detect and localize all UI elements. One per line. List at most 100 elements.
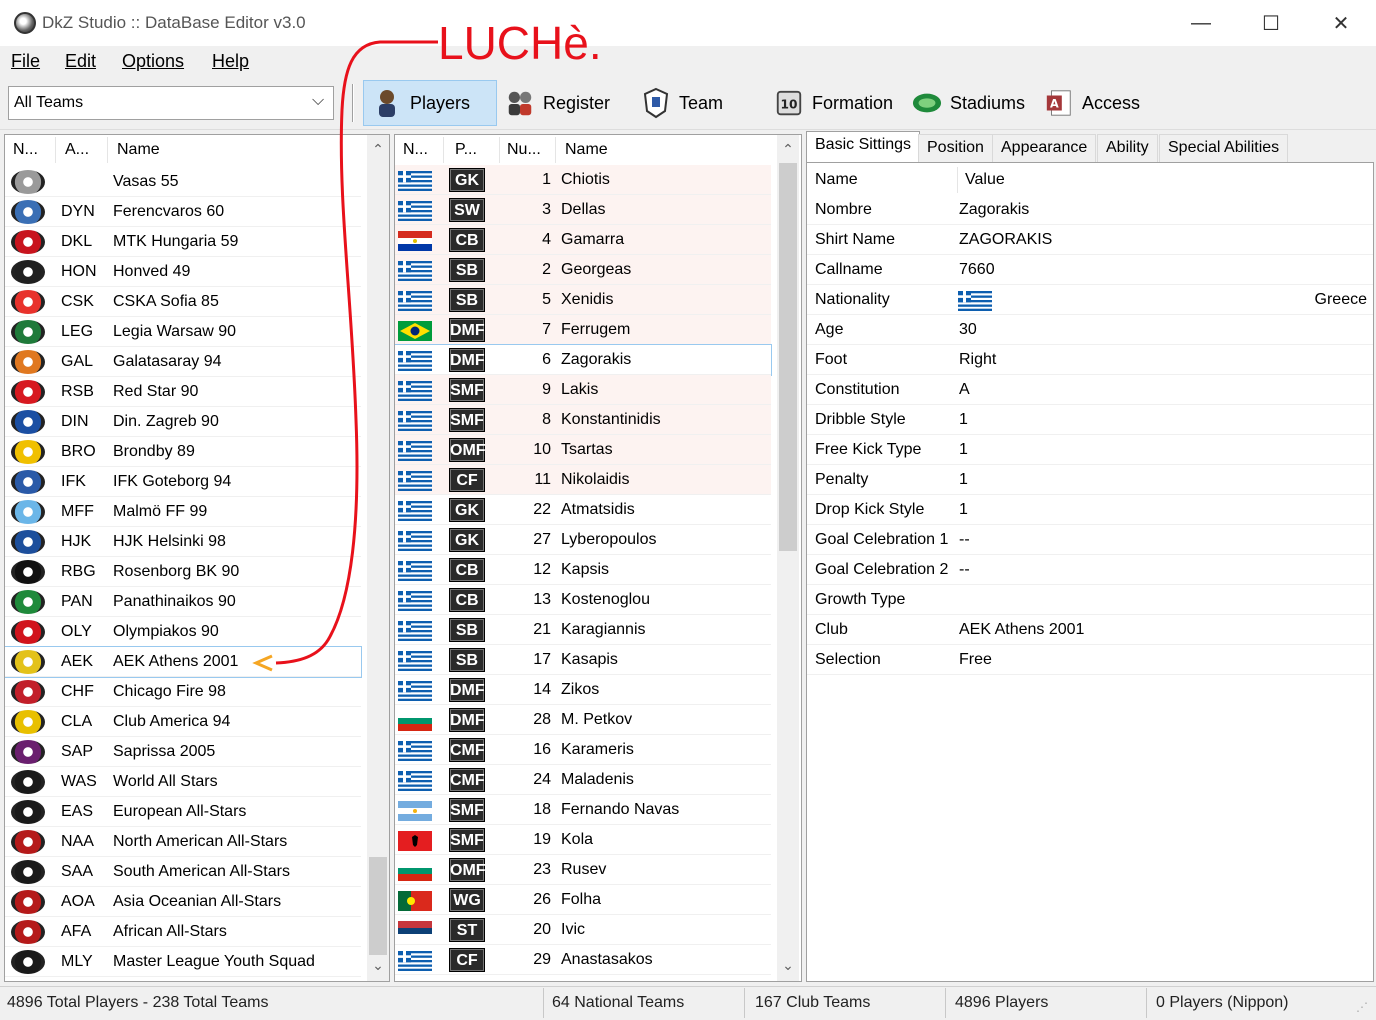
player-row[interactable]: CMF 16 Karameris [395, 735, 771, 765]
property-value[interactable]: AEK Athens 2001 [959, 615, 1084, 645]
player-row[interactable]: GK 27 Lyberopoulos [395, 525, 771, 555]
tab-basic-sittings[interactable]: Basic Sittings [806, 131, 921, 163]
player-row[interactable]: DMF 7 Ferrugem [395, 315, 771, 345]
player-row[interactable]: GK 1 Chiotis [395, 165, 771, 195]
tab-special-abilities[interactable]: Special Abilities [1159, 134, 1289, 162]
property-value[interactable]: -- [959, 525, 970, 555]
player-row[interactable]: DMF 14 Zikos [395, 675, 771, 705]
property-row[interactable]: Age 30 [807, 315, 1373, 345]
property-value[interactable]: 1 [959, 495, 968, 525]
teams-header-name[interactable]: Name [117, 135, 160, 165]
property-row[interactable]: Nombre Zagorakis [807, 195, 1373, 225]
player-row[interactable]: SMF 9 Lakis [395, 375, 771, 405]
team-row[interactable]: AOA Asia Oceanian All-Stars [5, 887, 361, 917]
resize-grip-icon[interactable]: ⋰ [1356, 1000, 1368, 1014]
menu-file[interactable]: File [11, 51, 40, 72]
teams-scrollbar[interactable] [367, 135, 389, 981]
player-row[interactable]: SB 17 Kasapis [395, 645, 771, 675]
minimize-button[interactable]: — [1166, 0, 1236, 46]
property-value[interactable]: 1 [959, 465, 968, 495]
property-value[interactable]: A [959, 375, 970, 405]
property-row[interactable]: Growth Type [807, 585, 1373, 615]
menu-edit[interactable]: Edit [65, 51, 96, 72]
players-header-name[interactable]: Name [565, 135, 608, 165]
team-row[interactable]: WAS World All Stars [5, 767, 361, 797]
property-value[interactable]: Right [959, 345, 996, 375]
team-row[interactable]: DIN Din. Zagreb 90 [5, 407, 361, 437]
tab-appearance[interactable]: Appearance [992, 134, 1097, 162]
team-button[interactable]: Team [633, 80, 743, 126]
team-row[interactable]: BRO Brondby 89 [5, 437, 361, 467]
property-value[interactable]: 1 [959, 435, 968, 465]
team-row[interactable]: RBG Rosenborg BK 90 [5, 557, 361, 587]
scroll-down-icon[interactable]: ⌄ [370, 957, 386, 974]
property-value[interactable]: 7660 [959, 255, 995, 285]
player-row[interactable]: CMF 24 Maladenis [395, 765, 771, 795]
stadiums-button[interactable]: Stadiums [904, 80, 1034, 126]
team-row[interactable]: SAP Saprissa 2005 [5, 737, 361, 767]
team-row[interactable]: AEK AEK Athens 2001 [5, 646, 362, 678]
team-row[interactable]: NAA North American All-Stars [5, 827, 361, 857]
player-row[interactable]: SMF 18 Fernando Navas [395, 795, 771, 825]
team-row[interactable]: HJK HJK Helsinki 98 [5, 527, 361, 557]
property-row[interactable]: Free Kick Type 1 [807, 435, 1373, 465]
team-row[interactable]: GAL Galatasaray 94 [5, 347, 361, 377]
team-row[interactable]: AFA African All-Stars [5, 917, 361, 947]
player-row[interactable]: DMF 6 Zagorakis [395, 344, 772, 376]
player-row[interactable]: CF 29 Anastasakos [395, 945, 771, 975]
teams-scroll-thumb[interactable] [369, 857, 387, 955]
player-row[interactable]: GK 22 Atmatsidis [395, 495, 771, 525]
player-row[interactable]: SMF 19 Kola [395, 825, 771, 855]
players-header-nation[interactable]: N... [403, 135, 428, 165]
team-row[interactable]: CSK CSKA Sofia 85 [5, 287, 361, 317]
player-row[interactable]: SB 21 Karagiannis [395, 615, 771, 645]
team-row[interactable]: EAS European All-Stars [5, 797, 361, 827]
register-button[interactable]: Register [497, 80, 623, 126]
tab-ability[interactable]: Ability [1097, 134, 1158, 162]
maximize-button[interactable]: ☐ [1236, 0, 1306, 46]
team-row[interactable]: CHF Chicago Fire 98 [5, 677, 361, 707]
menu-options[interactable]: Options [122, 51, 184, 72]
property-row[interactable]: Club AEK Athens 2001 [807, 615, 1373, 645]
property-row[interactable]: Nationality Greece [807, 285, 1373, 315]
player-row[interactable]: CB 13 Kostenoglou [395, 585, 771, 615]
access-button[interactable]: A Access [1036, 80, 1148, 126]
player-row[interactable]: CF 11 Nikolaidis [395, 465, 771, 495]
close-button[interactable]: ✕ [1306, 0, 1376, 46]
players-header-position[interactable]: P... [455, 135, 477, 165]
player-row[interactable]: DMF 28 M. Petkov [395, 705, 771, 735]
teams-header-abbr[interactable]: A... [65, 135, 90, 165]
team-row[interactable]: LEG Legia Warsaw 90 [5, 317, 361, 347]
scroll-up-icon[interactable]: ⌃ [370, 141, 386, 158]
property-row[interactable]: Drop Kick Style 1 [807, 495, 1373, 525]
property-value[interactable]: 1 [959, 405, 968, 435]
team-row[interactable]: CLA Club America 94 [5, 707, 361, 737]
player-row[interactable]: OMF 23 Rusev [395, 855, 771, 885]
property-value[interactable]: 30 [959, 315, 977, 345]
team-row[interactable]: MFF Malmö FF 99 [5, 497, 361, 527]
team-row[interactable]: IFK IFK Goteborg 94 [5, 467, 361, 497]
player-row[interactable]: SW 3 Dellas [395, 195, 771, 225]
formation-button[interactable]: 10 Formation [766, 80, 906, 126]
tab-position[interactable]: Position [918, 134, 993, 162]
scroll-down-icon[interactable]: ⌄ [780, 957, 796, 974]
team-row[interactable]: MLY Master League Youth Squad [5, 947, 361, 977]
team-row[interactable]: Vasas 55 [5, 167, 361, 197]
players-header-number[interactable]: Nu... [507, 135, 541, 165]
property-value[interactable]: Free [959, 645, 992, 675]
player-row[interactable]: CB 12 Kapsis [395, 555, 771, 585]
property-row[interactable]: Foot Right [807, 345, 1373, 375]
property-value[interactable]: -- [959, 555, 970, 585]
property-row[interactable]: Callname 7660 [807, 255, 1373, 285]
scroll-up-icon[interactable]: ⌃ [780, 141, 796, 158]
teams-header-nation[interactable]: N... [13, 135, 38, 165]
team-row[interactable]: PAN Panathinaikos 90 [5, 587, 361, 617]
properties-header-value[interactable]: Value [965, 165, 1005, 195]
player-row[interactable]: SMF 8 Konstantinidis [395, 405, 771, 435]
property-row[interactable]: Shirt Name ZAGORAKIS [807, 225, 1373, 255]
players-button[interactable]: Players [363, 80, 497, 126]
player-row[interactable]: CB 4 Gamarra [395, 225, 771, 255]
team-row[interactable]: OLY Olympiakos 90 [5, 617, 361, 647]
properties-header-name[interactable]: Name [815, 165, 858, 195]
player-row[interactable]: SB 2 Georgeas [395, 255, 771, 285]
